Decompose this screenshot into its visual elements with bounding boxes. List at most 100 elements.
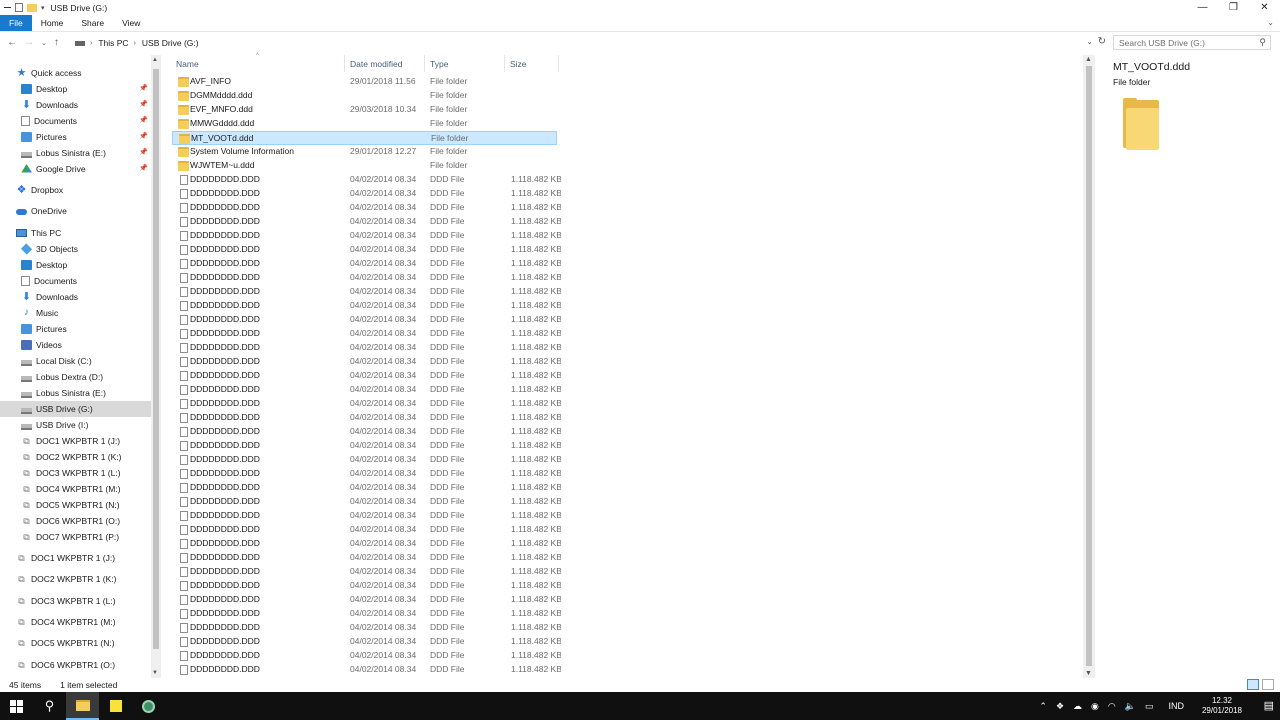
tab-view[interactable]: View — [113, 15, 149, 31]
file-row[interactable]: DDDDDDDD.DDD 04/02/2014 08.34 DDD File 1… — [172, 243, 561, 257]
window-menu-icon[interactable] — [4, 7, 11, 8]
nav-pc-local-disk-c[interactable]: Local Disk (C:) — [0, 353, 151, 369]
file-row[interactable]: DDDDDDDD.DDD 04/02/2014 08.34 DDD File 1… — [172, 341, 561, 355]
nav-pc-doc2-k[interactable]: ⧉ DOC2 WKPBTR 1 (K:) — [0, 449, 151, 465]
nav-net-doc4-m[interactable]: ⧉ DOC4 WKPBTR1 (M:) — [0, 614, 151, 630]
wifi-icon[interactable]: ◠ — [1108, 701, 1116, 712]
folder-row[interactable]: System Volume Information 29/01/2018 12.… — [172, 145, 557, 159]
file-row[interactable]: DDDDDDDD.DDD 04/02/2014 08.34 DDD File 1… — [172, 607, 561, 621]
nav-pc-videos[interactable]: Videos — [0, 337, 151, 353]
column-header-type[interactable]: Type — [425, 55, 505, 72]
file-row[interactable]: DDDDDDDD.DDD 04/02/2014 08.34 DDD File 1… — [172, 481, 561, 495]
file-row[interactable]: DDDDDDDD.DDD 04/02/2014 08.34 DDD File 1… — [172, 229, 561, 243]
notifications-icon[interactable]: ▤ — [1264, 699, 1274, 712]
refresh-icon[interactable]: ↻ — [1098, 36, 1106, 47]
nav-quick-pictures[interactable]: Pictures 📌 — [0, 129, 151, 145]
file-row[interactable]: DDDDDDDD.DDD 04/02/2014 08.34 DDD File 1… — [172, 299, 561, 313]
file-row[interactable]: DDDDDDDD.DDD 04/02/2014 08.34 DDD File 1… — [172, 453, 561, 467]
onedrive-tray-icon[interactable]: ☁ — [1073, 701, 1082, 712]
file-row[interactable]: DDDDDDDD.DDD 04/02/2014 08.34 DDD File 1… — [172, 439, 561, 453]
file-row[interactable]: DDDDDDDD.DDD 04/02/2014 08.34 DDD File 1… — [172, 649, 561, 663]
breadcrumb-this-pc[interactable]: This PC — [98, 38, 128, 48]
file-row[interactable]: DDDDDDDD.DDD 04/02/2014 08.34 DDD File 1… — [172, 411, 561, 425]
forward-arrow-icon[interactable]: → — [24, 37, 34, 48]
file-row[interactable]: DDDDDDDD.DDD 04/02/2014 08.34 DDD File 1… — [172, 523, 561, 537]
nav-quick-google-drive[interactable]: Google Drive 📌 — [0, 161, 151, 177]
file-row[interactable]: DDDDDDDD.DDD 04/02/2014 08.34 DDD File 1… — [172, 425, 561, 439]
file-row[interactable]: DDDDDDDD.DDD 04/02/2014 08.34 DDD File 1… — [172, 313, 561, 327]
nav-pc-music[interactable]: ♪ Music — [0, 305, 151, 321]
scrollbar-thumb[interactable] — [153, 69, 159, 649]
up-arrow-icon[interactable]: ↑ — [54, 37, 59, 48]
nav-quick-downloads[interactable]: ⬇ Downloads 📌 — [0, 97, 151, 113]
battery-icon[interactable]: ▭ — [1145, 701, 1154, 712]
nav-net-doc2-k[interactable]: ⧉ DOC2 WKPBTR 1 (K:) — [0, 571, 151, 587]
nav-pc-desktop[interactable]: Desktop — [0, 257, 151, 273]
folder-row[interactable]: DGMMdddd.ddd File folder — [172, 89, 557, 103]
search-icon[interactable]: ⚲ — [1259, 37, 1266, 48]
file-row[interactable]: DDDDDDDD.DDD 04/02/2014 08.34 DDD File 1… — [172, 495, 561, 509]
nav-pc-doc1-j[interactable]: ⧉ DOC1 WKPBTR 1 (J:) — [0, 433, 151, 449]
nav-pc-3d-objects[interactable]: 3D Objects — [0, 241, 151, 257]
file-row[interactable]: DDDDDDDD.DDD 04/02/2014 08.34 DDD File 1… — [172, 187, 561, 201]
file-row[interactable]: DDDDDDDD.DDD 04/02/2014 08.34 DDD File 1… — [172, 593, 561, 607]
input-language[interactable]: IND — [1169, 701, 1185, 711]
nav-pc-pictures[interactable]: Pictures — [0, 321, 151, 337]
scroll-down-icon[interactable]: ▼ — [152, 670, 158, 676]
nav-pc-downloads[interactable]: ⬇ Downloads — [0, 289, 151, 305]
nav-quick-desktop[interactable]: Desktop 📌 — [0, 81, 151, 97]
file-row[interactable]: DDDDDDDD.DDD 04/02/2014 08.34 DDD File 1… — [172, 215, 561, 229]
file-row[interactable]: DDDDDDDD.DDD 04/02/2014 08.34 DDD File 1… — [172, 551, 561, 565]
nav-quick-access[interactable]: ★ Quick access — [0, 65, 151, 81]
nav-net-doc3-l[interactable]: ⧉ DOC3 WKPBTR 1 (L:) — [0, 593, 151, 609]
nav-pc-doc6-o[interactable]: ⧉ DOC6 WKPBTR1 (O:) — [0, 513, 151, 529]
close-button[interactable]: ✕ — [1249, 0, 1280, 15]
nav-pc-usb-drive-g[interactable]: USB Drive (G:) — [0, 401, 151, 417]
file-row[interactable]: DDDDDDDD.DDD 04/02/2014 08.34 DDD File 1… — [172, 565, 561, 579]
properties-icon[interactable] — [15, 3, 23, 12]
nav-pc-doc4-m[interactable]: ⧉ DOC4 WKPBTR1 (M:) — [0, 481, 151, 497]
file-row[interactable]: DDDDDDDD.DDD 04/02/2014 08.34 DDD File 1… — [172, 383, 561, 397]
column-header-name[interactable]: Name — [171, 55, 345, 72]
address-history-dropdown-icon[interactable]: ⌄ — [1086, 37, 1093, 46]
folder-row[interactable]: AVF_INFO 29/01/2018 11.56 File folder — [172, 75, 557, 89]
search-icon[interactable]: ⚲ — [33, 692, 66, 720]
scroll-up-icon[interactable]: ▲ — [152, 57, 158, 63]
start-windows-icon[interactable] — [0, 692, 33, 720]
show-hidden-icons-icon[interactable]: ⌃ — [1039, 701, 1047, 712]
nav-dropbox[interactable]: ❖ Dropbox — [0, 182, 151, 198]
breadcrumb-usb-drive[interactable]: USB Drive (G:) — [142, 38, 199, 48]
breadcrumb-separator-icon[interactable]: › — [134, 40, 136, 47]
back-arrow-icon[interactable]: ← — [7, 37, 17, 48]
details-view-icon[interactable] — [1247, 679, 1259, 690]
nav-quick-lobus-sinistra[interactable]: Lobus Sinistra (E:) 📌 — [0, 145, 151, 161]
nav-pc-lobus-sinistra-e[interactable]: Lobus Sinistra (E:) — [0, 385, 151, 401]
file-row[interactable]: DDDDDDDD.DDD 04/02/2014 08.34 DDD File 1… — [172, 369, 561, 383]
nav-pc-doc3-l[interactable]: ⧉ DOC3 WKPBTR 1 (L:) — [0, 465, 151, 481]
nav-onedrive[interactable]: OneDrive — [0, 203, 151, 219]
recent-locations-icon[interactable]: ⌄ — [41, 39, 47, 47]
scroll-down-icon[interactable]: ▼ — [1085, 670, 1092, 677]
file-list-scrollbar[interactable]: ▲ ▼ — [1083, 55, 1095, 678]
column-header-date[interactable]: Date modified — [345, 55, 425, 72]
app-taskbar-icon[interactable] — [132, 692, 165, 720]
file-row[interactable]: DDDDDDDD.DDD 04/02/2014 08.34 DDD File 1… — [172, 397, 561, 411]
dropbox-tray-icon[interactable]: ❖ — [1056, 701, 1064, 712]
file-row[interactable]: DDDDDDDD.DDD 04/02/2014 08.34 DDD File 1… — [172, 327, 561, 341]
customize-toolbar-icon[interactable]: ▾ — [41, 4, 45, 12]
nav-pc-documents[interactable]: Documents — [0, 273, 151, 289]
maximize-button[interactable]: ❐ — [1218, 0, 1249, 15]
folder-row[interactable]: MT_VOOTd.ddd File folder — [172, 131, 557, 145]
nav-net-doc5-n[interactable]: ⧉ DOC5 WKPBTR1 (N:) — [0, 635, 151, 651]
file-row[interactable]: DDDDDDDD.DDD 04/02/2014 08.34 DDD File 1… — [172, 635, 561, 649]
nav-net-doc1-j[interactable]: ⧉ DOC1 WKPBTR 1 (J:) — [0, 550, 151, 566]
file-explorer-taskbar-icon[interactable] — [66, 692, 99, 720]
file-row[interactable]: DDDDDDDD.DDD 04/02/2014 08.34 DDD File 1… — [172, 285, 561, 299]
minimize-button[interactable]: — — [1187, 0, 1218, 15]
clock[interactable]: 12.32 29/01/2018 — [1202, 696, 1242, 716]
file-row[interactable]: DDDDDDDD.DDD 04/02/2014 08.34 DDD File 1… — [172, 663, 561, 675]
tab-share[interactable]: Share — [72, 15, 113, 31]
nav-pc-lobus-dextra-d[interactable]: Lobus Dextra (D:) — [0, 369, 151, 385]
file-row[interactable]: DDDDDDDD.DDD 04/02/2014 08.34 DDD File 1… — [172, 579, 561, 593]
column-header-size[interactable]: Size — [505, 55, 559, 72]
